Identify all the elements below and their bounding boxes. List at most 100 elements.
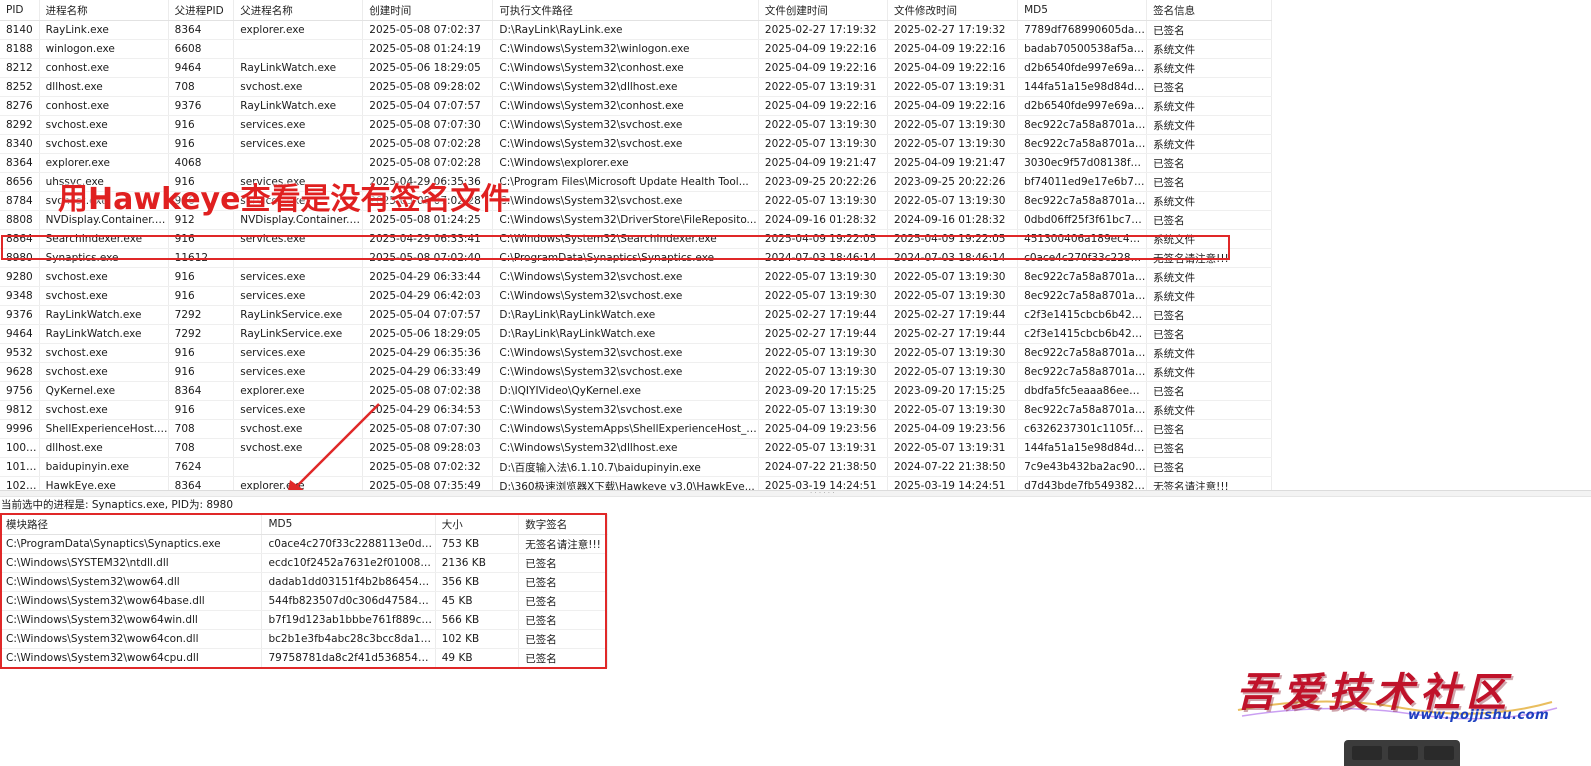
table-row[interactable]: 9628 svchost.exe 916 services.exe 2025-04-29… xyxy=(0,362,1272,382)
table-row[interactable]: 8252 dllhost.exe 708 svchost.exe 2025-05-08 … xyxy=(0,77,1272,97)
table-row[interactable]: 8864 SearchIndexer.exe 916 services.exe 2025… xyxy=(0,229,1272,249)
cell-parent-pid: 6608 xyxy=(168,39,235,59)
cell-file-create-time: 2025-03-19 14:24:51 xyxy=(758,476,888,490)
table-row[interactable]: C:\ProgramData\Synaptics\Synaptics.exe c0… xyxy=(0,534,608,554)
table-row[interactable]: 8212 conhost.exe 9464 RayLinkWatch.exe 2025-… xyxy=(0,58,1272,78)
table-row[interactable]: C:\Windows\System32\wow64win.dll b7f19d12… xyxy=(0,610,608,630)
table-row[interactable]: 10116 baidupinyin.exe 7624 2025-05-08 07:02… xyxy=(0,457,1272,477)
col-header-md5[interactable]: MD5 xyxy=(1017,0,1148,21)
table-row[interactable]: 8140 RayLink.exe 8364 explorer.exe 2025-05-0… xyxy=(0,20,1272,40)
table-row[interactable]: 9996 ShellExperienceHost.e... 708 svchost.e… xyxy=(0,419,1272,439)
cell-parent-name: RayLinkWatch.exe xyxy=(233,96,364,116)
col-header-signature[interactable]: 签名信息 xyxy=(1146,0,1272,21)
cell-pid: 8140 xyxy=(0,20,40,40)
cell-module-path: C:\Windows\SYSTEM32\ntdll.dll xyxy=(0,553,263,573)
cell-file-modify-time: 2022-05-07 13:19:30 xyxy=(887,191,1019,211)
toolbar-segment-icon[interactable] xyxy=(1352,746,1382,760)
cell-pid: 9348 xyxy=(0,286,40,306)
cell-create-time: 2025-05-08 07:02:28 xyxy=(362,134,494,154)
cell-file-modify-time: 2024-09-16 01:28:32 xyxy=(887,210,1019,230)
table-row[interactable]: C:\Windows\System32\wow64cpu.dll 79758781… xyxy=(0,648,608,668)
cell-parent-name: services.exe xyxy=(233,172,364,192)
cell-signature: 系统文件 xyxy=(1146,115,1272,135)
floating-toolbar[interactable] xyxy=(1344,740,1460,766)
table-row[interactable]: 9532 svchost.exe 916 services.exe 2025-04-29… xyxy=(0,343,1272,363)
cell-create-time: 2025-04-29 06:42:03 xyxy=(362,286,494,306)
pane-splitter[interactable]: · · · · · · xyxy=(0,490,1591,497)
col-header-create-time[interactable]: 创建时间 xyxy=(362,0,494,21)
col-header-parent-name[interactable]: 父进程名称 xyxy=(233,0,364,21)
col-header-pid[interactable]: PID xyxy=(0,0,40,21)
cell-md5: 8ec922c7a58a8701ab... xyxy=(1017,191,1148,211)
table-row[interactable]: 8656 uhssvc.exe 916 services.exe 2025-04-29 … xyxy=(0,172,1272,192)
cell-process-name: RayLinkWatch.exe xyxy=(39,324,169,344)
table-row[interactable]: 8340 svchost.exe 916 services.exe 2025-05-08… xyxy=(0,134,1272,154)
col-header-file-create-time[interactable]: 文件创建时间 xyxy=(758,0,888,21)
col-header-module-size[interactable]: 大小 xyxy=(435,514,520,535)
cell-signature: 系统文件 xyxy=(1146,286,1272,306)
toolbar-segment-icon[interactable] xyxy=(1424,746,1454,760)
col-header-module-md5[interactable]: MD5 xyxy=(261,514,436,535)
table-row[interactable]: 9812 svchost.exe 916 services.exe 2025-04-29… xyxy=(0,400,1272,420)
table-row[interactable]: 9756 QyKernel.exe 8364 explorer.exe 2025-05-… xyxy=(0,381,1272,401)
col-header-process-name[interactable]: 进程名称 xyxy=(39,0,169,21)
cell-process-name: svchost.exe xyxy=(39,115,169,135)
cell-signature: 系统文件 xyxy=(1146,134,1272,154)
table-row[interactable]: C:\Windows\System32\wow64.dll dadab1dd031… xyxy=(0,572,608,592)
process-table: PID 进程名称 父进程PID 父进程名称 创建时间 可执行文件路径 文件创建时… xyxy=(0,0,1272,490)
cell-md5: c2f3e1415cbcb6b421... xyxy=(1017,324,1148,344)
cell-create-time: 2025-05-08 07:02:28 xyxy=(362,153,494,173)
cell-md5: 8ec922c7a58a8701ab... xyxy=(1017,267,1148,287)
cell-md5: 451300406a189ec423... xyxy=(1017,229,1148,249)
cell-module-signature: 已签名 xyxy=(518,572,608,592)
table-row[interactable]: 8364 explorer.exe 4068 2025-05-08 07:02:28 C… xyxy=(0,153,1272,173)
cell-file-create-time: 2022-05-07 13:19:31 xyxy=(758,77,888,97)
table-row[interactable]: 8292 svchost.exe 916 services.exe 2025-05-08… xyxy=(0,115,1272,135)
cell-parent-pid: 9464 xyxy=(168,58,235,78)
cell-md5: 3030ec9f57d08138f38... xyxy=(1017,153,1148,173)
cell-file-create-time: 2025-02-27 17:19:32 xyxy=(758,20,888,40)
table-row[interactable]: 8188 winlogon.exe 6608 2025-05-08 01:24:19 C… xyxy=(0,39,1272,59)
cell-file-modify-time: 2025-03-19 14:24:51 xyxy=(887,476,1019,490)
col-header-module-signature[interactable]: 数字签名 xyxy=(518,514,608,535)
cell-file-create-time: 2022-05-07 13:19:30 xyxy=(758,362,888,382)
cell-md5: 7c9e43b432ba2ac900... xyxy=(1017,457,1148,477)
table-row[interactable]: C:\Windows\System32\wow64con.dll bc2b1e3f… xyxy=(0,629,608,649)
cell-exe-path: C:\Windows\System32\svchost.exe xyxy=(492,267,759,287)
table-row[interactable]: 9348 svchost.exe 916 services.exe 2025-04-29… xyxy=(0,286,1272,306)
cell-signature: 系统文件 xyxy=(1146,267,1272,287)
table-row[interactable]: 10200 HawkEye.exe 8364 explorer.exe 2025-05-… xyxy=(0,476,1272,490)
cell-signature: 系统文件 xyxy=(1146,229,1272,249)
table-row[interactable]: 8276 conhost.exe 9376 RayLinkWatch.exe 2025-… xyxy=(0,96,1272,116)
toolbar-segment-icon[interactable] xyxy=(1388,746,1418,760)
cell-module-path: C:\Windows\System32\wow64.dll xyxy=(0,572,263,592)
cell-module-path: C:\Windows\System32\wow64win.dll xyxy=(0,610,263,630)
cell-file-modify-time: 2022-05-07 13:19:30 xyxy=(887,286,1019,306)
table-row[interactable]: C:\Windows\System32\wow64base.dll 544fb82… xyxy=(0,591,608,611)
cell-parent-name: services.exe xyxy=(233,191,364,211)
col-header-file-modify-time[interactable]: 文件修改时间 xyxy=(887,0,1019,21)
table-row[interactable]: 8980 Synaptics.exe 11612 2025-05-08 07:02:4… xyxy=(0,248,1272,268)
table-row[interactable]: 9280 svchost.exe 916 services.exe 2025-04-29… xyxy=(0,267,1272,287)
cell-signature: 无签名请注意!!! xyxy=(1146,248,1272,268)
col-header-exe-path[interactable]: 可执行文件路径 xyxy=(492,0,759,21)
table-row[interactable]: 8784 svchost.exe 916 services.exe 2025-05-08… xyxy=(0,191,1272,211)
cell-signature: 已签名 xyxy=(1146,210,1272,230)
cell-parent-pid: 916 xyxy=(168,343,235,363)
cell-parent-name: services.exe xyxy=(233,134,364,154)
cell-file-create-time: 2022-05-07 13:19:30 xyxy=(758,267,888,287)
col-header-module-path[interactable]: 模块路径 xyxy=(0,514,263,535)
table-row[interactable]: 9464 RayLinkWatch.exe 7292 RayLinkService.e… xyxy=(0,324,1272,344)
table-row[interactable]: 9376 RayLinkWatch.exe 7292 RayLinkService.e… xyxy=(0,305,1272,325)
cell-exe-path: D:\RayLink\RayLink.exe xyxy=(492,20,759,40)
cell-create-time: 2025-05-06 18:29:05 xyxy=(362,324,494,344)
cell-file-modify-time: 2025-04-09 19:22:05 xyxy=(887,229,1019,249)
table-row[interactable]: 8808 NVDisplay.Container.e... 912 NVDisplay… xyxy=(0,210,1272,230)
cell-create-time: 2025-05-08 01:24:25 xyxy=(362,210,494,230)
cell-exe-path: C:\Windows\System32\svchost.exe xyxy=(492,115,759,135)
col-header-parent-pid[interactable]: 父进程PID xyxy=(168,0,235,21)
table-row[interactable]: C:\Windows\SYSTEM32\ntdll.dll ecdc10f2452… xyxy=(0,553,608,573)
table-row[interactable]: 10076 dllhost.exe 708 svchost.exe 2025-05-08… xyxy=(0,438,1272,458)
cell-module-signature: 无签名请注意!!! xyxy=(518,534,608,554)
cell-process-name: RayLinkWatch.exe xyxy=(39,305,169,325)
